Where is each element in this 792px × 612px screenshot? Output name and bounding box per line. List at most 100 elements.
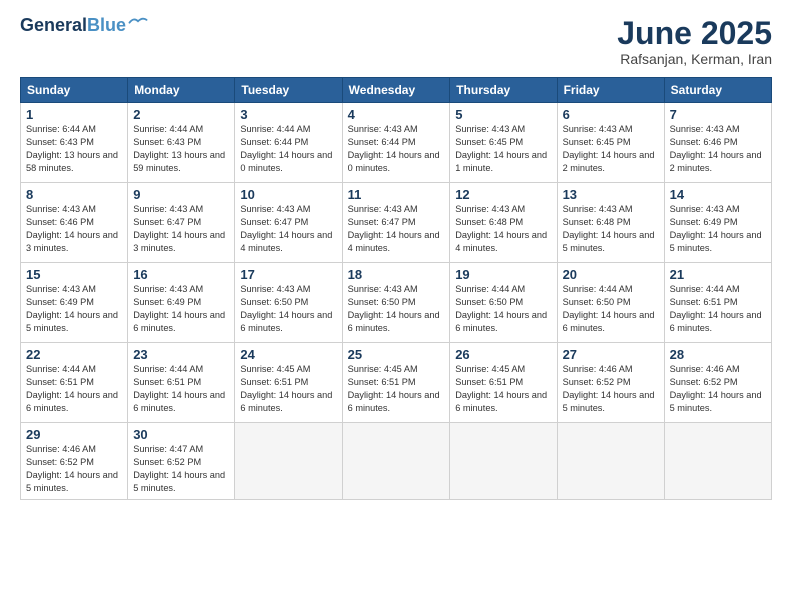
col-monday: Monday: [128, 78, 235, 103]
location: Rafsanjan, Kerman, Iran: [617, 51, 772, 67]
day-info: Sunrise: 4:43 AMSunset: 6:45 PMDaylight:…: [563, 123, 659, 175]
logo-blue: Blue: [87, 15, 126, 35]
day-number: 16: [133, 267, 229, 282]
day-number: 13: [563, 187, 659, 202]
day-info: Sunrise: 4:43 AMSunset: 6:49 PMDaylight:…: [133, 283, 229, 335]
table-row: 5Sunrise: 4:43 AMSunset: 6:45 PMDaylight…: [450, 103, 557, 183]
day-info: Sunrise: 4:44 AMSunset: 6:50 PMDaylight:…: [563, 283, 659, 335]
day-number: 4: [348, 107, 445, 122]
day-number: 24: [240, 347, 336, 362]
table-row: [557, 423, 664, 500]
day-info: Sunrise: 4:45 AMSunset: 6:51 PMDaylight:…: [240, 363, 336, 415]
table-row: 25Sunrise: 4:45 AMSunset: 6:51 PMDayligh…: [342, 343, 450, 423]
table-row: 12Sunrise: 4:43 AMSunset: 6:48 PMDayligh…: [450, 183, 557, 263]
day-number: 20: [563, 267, 659, 282]
day-number: 21: [670, 267, 766, 282]
day-number: 3: [240, 107, 336, 122]
table-row: 7Sunrise: 4:43 AMSunset: 6:46 PMDaylight…: [664, 103, 771, 183]
day-info: Sunrise: 4:43 AMSunset: 6:46 PMDaylight:…: [670, 123, 766, 175]
table-row: 27Sunrise: 4:46 AMSunset: 6:52 PMDayligh…: [557, 343, 664, 423]
day-info: Sunrise: 4:46 AMSunset: 6:52 PMDaylight:…: [670, 363, 766, 415]
day-number: 30: [133, 427, 229, 442]
day-info: Sunrise: 4:44 AMSunset: 6:51 PMDaylight:…: [133, 363, 229, 415]
col-saturday: Saturday: [664, 78, 771, 103]
logo-general: General: [20, 15, 87, 35]
day-number: 28: [670, 347, 766, 362]
col-friday: Friday: [557, 78, 664, 103]
col-thursday: Thursday: [450, 78, 557, 103]
day-number: 19: [455, 267, 551, 282]
day-info: Sunrise: 4:47 AMSunset: 6:52 PMDaylight:…: [133, 443, 229, 495]
table-row: 2Sunrise: 4:44 AMSunset: 6:43 PMDaylight…: [128, 103, 235, 183]
table-row: 1Sunrise: 6:44 AMSunset: 6:43 PMDaylight…: [21, 103, 128, 183]
table-row: 26Sunrise: 4:45 AMSunset: 6:51 PMDayligh…: [450, 343, 557, 423]
table-row: 4Sunrise: 4:43 AMSunset: 6:44 PMDaylight…: [342, 103, 450, 183]
table-row: 9Sunrise: 4:43 AMSunset: 6:47 PMDaylight…: [128, 183, 235, 263]
day-info: Sunrise: 4:46 AMSunset: 6:52 PMDaylight:…: [563, 363, 659, 415]
table-row: 24Sunrise: 4:45 AMSunset: 6:51 PMDayligh…: [235, 343, 342, 423]
header: GeneralBlue June 2025 Rafsanjan, Kerman,…: [20, 16, 772, 67]
table-row: 6Sunrise: 4:43 AMSunset: 6:45 PMDaylight…: [557, 103, 664, 183]
col-sunday: Sunday: [21, 78, 128, 103]
day-number: 7: [670, 107, 766, 122]
day-info: Sunrise: 4:46 AMSunset: 6:52 PMDaylight:…: [26, 443, 122, 495]
logo-text: GeneralBlue: [20, 16, 126, 36]
table-row: 16Sunrise: 4:43 AMSunset: 6:49 PMDayligh…: [128, 263, 235, 343]
table-row: 11Sunrise: 4:43 AMSunset: 6:47 PMDayligh…: [342, 183, 450, 263]
table-row: 19Sunrise: 4:44 AMSunset: 6:50 PMDayligh…: [450, 263, 557, 343]
month-title: June 2025: [617, 16, 772, 51]
day-info: Sunrise: 4:43 AMSunset: 6:50 PMDaylight:…: [240, 283, 336, 335]
col-wednesday: Wednesday: [342, 78, 450, 103]
table-row: 14Sunrise: 4:43 AMSunset: 6:49 PMDayligh…: [664, 183, 771, 263]
day-info: Sunrise: 4:43 AMSunset: 6:47 PMDaylight:…: [240, 203, 336, 255]
day-number: 27: [563, 347, 659, 362]
day-info: Sunrise: 4:43 AMSunset: 6:49 PMDaylight:…: [26, 283, 122, 335]
logo-bird-icon: [128, 15, 148, 29]
day-info: Sunrise: 4:43 AMSunset: 6:50 PMDaylight:…: [348, 283, 445, 335]
col-tuesday: Tuesday: [235, 78, 342, 103]
day-info: Sunrise: 4:43 AMSunset: 6:47 PMDaylight:…: [133, 203, 229, 255]
table-row: 30Sunrise: 4:47 AMSunset: 6:52 PMDayligh…: [128, 423, 235, 500]
calendar-header-row: Sunday Monday Tuesday Wednesday Thursday…: [21, 78, 772, 103]
table-row: 13Sunrise: 4:43 AMSunset: 6:48 PMDayligh…: [557, 183, 664, 263]
day-info: Sunrise: 4:43 AMSunset: 6:44 PMDaylight:…: [348, 123, 445, 175]
day-number: 29: [26, 427, 122, 442]
table-row: 22Sunrise: 4:44 AMSunset: 6:51 PMDayligh…: [21, 343, 128, 423]
table-row: [235, 423, 342, 500]
day-number: 6: [563, 107, 659, 122]
table-row: 28Sunrise: 4:46 AMSunset: 6:52 PMDayligh…: [664, 343, 771, 423]
table-row: 18Sunrise: 4:43 AMSunset: 6:50 PMDayligh…: [342, 263, 450, 343]
table-row: 17Sunrise: 4:43 AMSunset: 6:50 PMDayligh…: [235, 263, 342, 343]
day-number: 2: [133, 107, 229, 122]
day-number: 12: [455, 187, 551, 202]
table-row: 3Sunrise: 4:44 AMSunset: 6:44 PMDaylight…: [235, 103, 342, 183]
table-row: 20Sunrise: 4:44 AMSunset: 6:50 PMDayligh…: [557, 263, 664, 343]
day-info: Sunrise: 4:43 AMSunset: 6:47 PMDaylight:…: [348, 203, 445, 255]
day-info: Sunrise: 4:45 AMSunset: 6:51 PMDaylight:…: [348, 363, 445, 415]
day-info: Sunrise: 4:43 AMSunset: 6:45 PMDaylight:…: [455, 123, 551, 175]
day-info: Sunrise: 4:44 AMSunset: 6:44 PMDaylight:…: [240, 123, 336, 175]
table-row: 8Sunrise: 4:43 AMSunset: 6:46 PMDaylight…: [21, 183, 128, 263]
day-info: Sunrise: 4:43 AMSunset: 6:49 PMDaylight:…: [670, 203, 766, 255]
day-number: 1: [26, 107, 122, 122]
day-number: 26: [455, 347, 551, 362]
day-info: Sunrise: 4:43 AMSunset: 6:46 PMDaylight:…: [26, 203, 122, 255]
day-number: 8: [26, 187, 122, 202]
day-number: 23: [133, 347, 229, 362]
day-number: 10: [240, 187, 336, 202]
table-row: 10Sunrise: 4:43 AMSunset: 6:47 PMDayligh…: [235, 183, 342, 263]
table-row: 23Sunrise: 4:44 AMSunset: 6:51 PMDayligh…: [128, 343, 235, 423]
day-info: Sunrise: 4:44 AMSunset: 6:51 PMDaylight:…: [670, 283, 766, 335]
table-row: [664, 423, 771, 500]
day-info: Sunrise: 4:45 AMSunset: 6:51 PMDaylight:…: [455, 363, 551, 415]
table-row: 29Sunrise: 4:46 AMSunset: 6:52 PMDayligh…: [21, 423, 128, 500]
day-number: 25: [348, 347, 445, 362]
table-row: [450, 423, 557, 500]
day-number: 15: [26, 267, 122, 282]
day-number: 5: [455, 107, 551, 122]
day-info: Sunrise: 4:43 AMSunset: 6:48 PMDaylight:…: [455, 203, 551, 255]
day-number: 11: [348, 187, 445, 202]
day-number: 18: [348, 267, 445, 282]
page: GeneralBlue June 2025 Rafsanjan, Kerman,…: [0, 0, 792, 612]
day-info: Sunrise: 6:44 AMSunset: 6:43 PMDaylight:…: [26, 123, 122, 175]
